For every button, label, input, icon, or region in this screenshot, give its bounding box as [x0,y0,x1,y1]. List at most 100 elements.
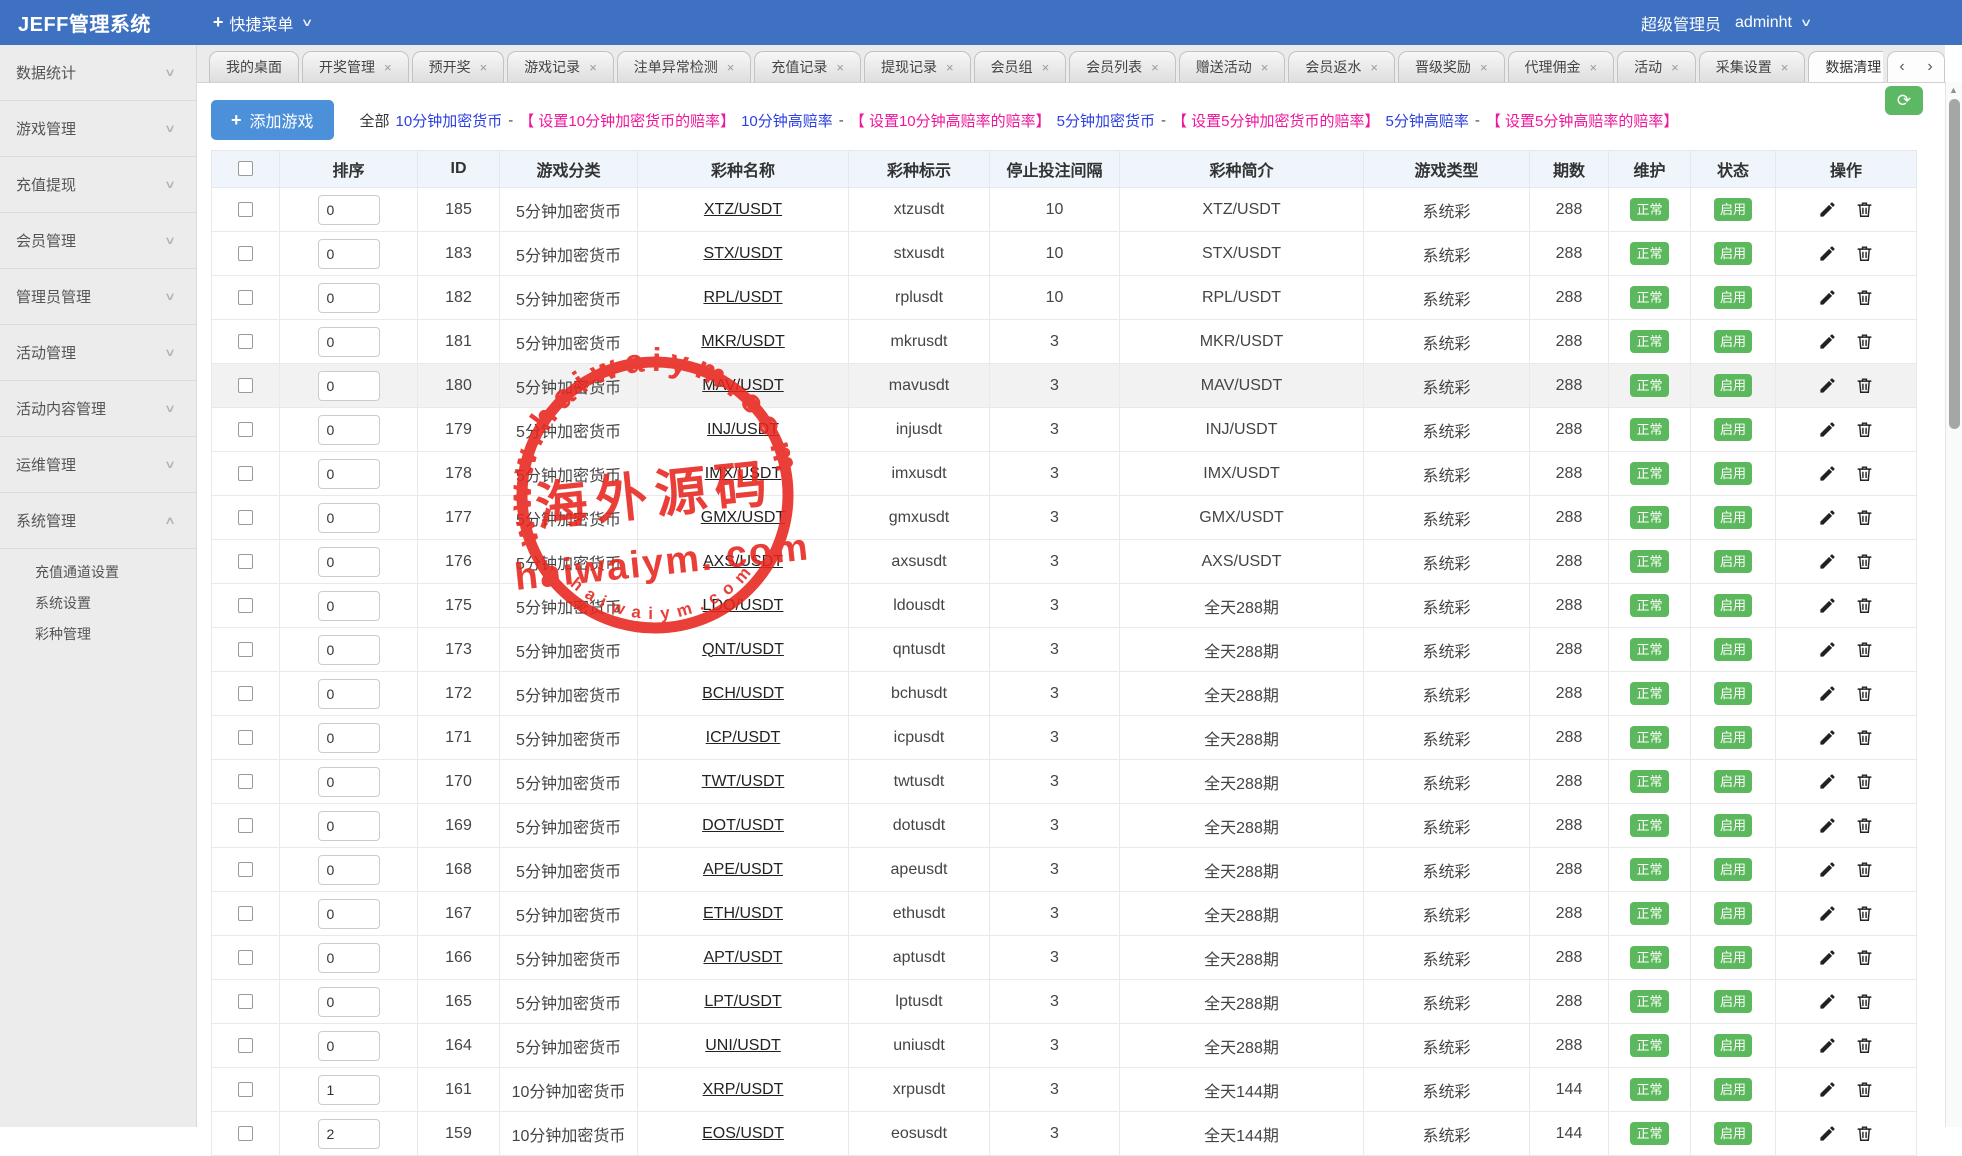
delete-icon[interactable] [1855,640,1874,659]
sidebar-subitem[interactable]: 系统设置 [0,588,196,619]
status-badge[interactable]: 启用 [1714,946,1752,969]
sidebar-subitem[interactable]: 彩种管理 [0,619,196,650]
status-badge[interactable]: 启用 [1714,902,1752,925]
sort-input[interactable] [318,283,380,313]
edit-icon[interactable] [1818,1080,1837,1099]
row-checkbox[interactable] [238,686,253,701]
maintain-badge[interactable]: 正常 [1630,550,1668,573]
sort-input[interactable] [318,1075,380,1105]
sidebar-item[interactable]: 运维管理 ∨ [0,437,196,493]
sort-input[interactable] [318,635,380,665]
lottery-name-link[interactable]: IMX/USDT [705,465,781,482]
sort-input[interactable] [318,767,380,797]
status-badge[interactable]: 启用 [1714,374,1752,397]
row-checkbox[interactable] [238,642,253,657]
sort-input[interactable] [318,327,380,357]
status-badge[interactable]: 启用 [1714,1122,1752,1145]
tab[interactable]: 赠送活动 × [1179,51,1286,82]
lottery-name-link[interactable]: ICP/USDT [706,729,781,746]
edit-icon[interactable] [1818,816,1837,835]
edit-icon[interactable] [1818,992,1837,1011]
tab-close-icon[interactable]: × [1590,60,1598,75]
delete-icon[interactable] [1855,860,1874,879]
lottery-name-link[interactable]: AXS/USDT [703,553,783,570]
sidebar-item[interactable]: 会员管理 ∨ [0,213,196,269]
maintain-badge[interactable]: 正常 [1630,594,1668,617]
delete-icon[interactable] [1855,728,1874,747]
edit-icon[interactable] [1818,772,1837,791]
sidebar-item[interactable]: 充值提现 ∨ [0,157,196,213]
sort-input[interactable] [318,679,380,709]
edit-icon[interactable] [1818,640,1837,659]
page-scrollbar[interactable]: ▲ [1945,82,1962,1127]
lottery-name-link[interactable]: TWT/USDT [702,773,785,790]
maintain-badge[interactable]: 正常 [1630,638,1668,661]
tab-close-icon[interactable]: × [384,60,392,75]
tab-close-icon[interactable]: × [1042,60,1050,75]
tab[interactable]: 数据清理 [1808,51,1883,82]
edit-icon[interactable] [1818,948,1837,967]
status-badge[interactable]: 启用 [1714,1078,1752,1101]
tab-close-icon[interactable]: × [480,60,488,75]
filter-link[interactable]: 10分钟加密货币 [396,110,503,131]
tab[interactable]: 充值记录 × [754,51,861,82]
edit-icon[interactable] [1818,596,1837,615]
tab-scroll-left-icon[interactable]: ‹ [1893,58,1910,76]
delete-icon[interactable] [1855,684,1874,703]
tab[interactable]: 提现记录 × [864,51,971,82]
maintain-badge[interactable]: 正常 [1630,946,1668,969]
delete-icon[interactable] [1855,1080,1874,1099]
delete-icon[interactable] [1855,288,1874,307]
refresh-button[interactable]: ⟳ [1885,86,1923,115]
tab[interactable]: 我的桌面 [209,51,299,82]
tab-close-icon[interactable]: × [1781,60,1789,75]
delete-icon[interactable] [1855,420,1874,439]
sort-input[interactable] [318,591,380,621]
row-checkbox[interactable] [238,334,253,349]
tab-close-icon[interactable]: × [589,60,597,75]
delete-icon[interactable] [1855,464,1874,483]
row-checkbox[interactable] [238,950,253,965]
tab[interactable]: 开奖管理 × [302,51,409,82]
sort-input[interactable] [318,415,380,445]
maintain-badge[interactable]: 正常 [1630,726,1668,749]
scrollbar-thumb[interactable] [1949,99,1960,429]
edit-icon[interactable] [1818,288,1837,307]
status-badge[interactable]: 启用 [1714,726,1752,749]
lottery-name-link[interactable]: EOS/USDT [702,1125,784,1142]
status-badge[interactable]: 启用 [1714,682,1752,705]
edit-icon[interactable] [1818,200,1837,219]
status-badge[interactable]: 启用 [1714,418,1752,441]
lottery-name-link[interactable]: INJ/USDT [707,421,779,438]
delete-icon[interactable] [1855,376,1874,395]
status-badge[interactable]: 启用 [1714,594,1752,617]
status-badge[interactable]: 启用 [1714,462,1752,485]
row-checkbox[interactable] [238,466,253,481]
edit-icon[interactable] [1818,376,1837,395]
lottery-name-link[interactable]: APT/USDT [703,949,782,966]
sort-input[interactable] [318,943,380,973]
delete-icon[interactable] [1855,244,1874,263]
status-badge[interactable]: 启用 [1714,242,1752,265]
scroll-up-icon[interactable]: ▲ [1949,85,1958,95]
maintain-badge[interactable]: 正常 [1630,198,1668,221]
maintain-badge[interactable]: 正常 [1630,682,1668,705]
sort-input[interactable] [318,459,380,489]
edit-icon[interactable] [1818,420,1837,439]
filter-link[interactable]: 10分钟高赔率 [741,110,833,131]
edit-icon[interactable] [1818,552,1837,571]
status-badge[interactable]: 启用 [1714,858,1752,881]
row-checkbox[interactable] [238,510,253,525]
tab-close-icon[interactable]: × [1480,60,1488,75]
user-menu[interactable]: adminht ∨ [1735,14,1810,32]
status-badge[interactable]: 启用 [1714,1034,1752,1057]
delete-icon[interactable] [1855,552,1874,571]
tab-scroll-right-icon[interactable]: › [1921,58,1938,76]
filter-link[interactable]: 【 设置10分钟加密货币的赔率】 [519,110,735,131]
edit-icon[interactable] [1818,728,1837,747]
sort-input[interactable] [318,371,380,401]
maintain-badge[interactable]: 正常 [1630,374,1668,397]
maintain-badge[interactable]: 正常 [1630,1122,1668,1145]
tab-close-icon[interactable]: × [946,60,954,75]
status-badge[interactable]: 启用 [1714,506,1752,529]
